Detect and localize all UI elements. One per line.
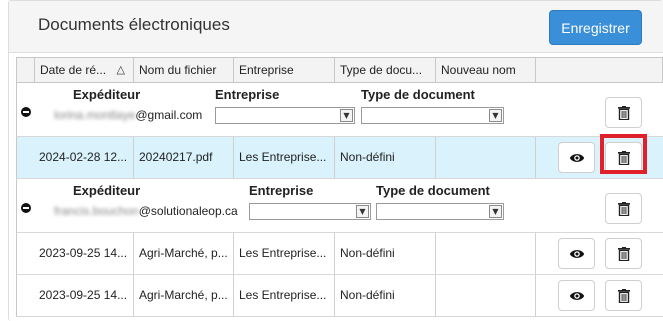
cell-new-name[interactable] [435,275,535,316]
sender-label: Expéditeur [73,183,141,198]
cell-new-name[interactable] [435,137,535,178]
table-row[interactable]: 2024-02-28 12... 20240217.pdf Les Entrep… [16,134,663,179]
trash-icon [617,246,630,261]
cell-company: Les Entreprise... [233,137,334,178]
column-header-doctype[interactable]: Type de docu... [334,58,435,82]
cell-date: 2024-02-28 12... [39,150,128,164]
delete-group-button[interactable] [605,97,642,128]
view-button[interactable] [558,280,595,311]
delete-button[interactable] [605,280,642,311]
sender-email-local: francis.bouchon [54,204,139,218]
column-header-new-name[interactable]: Nouveau nom [435,58,535,82]
cell-filename: Agri-Marché, p... [133,275,233,316]
column-header-filename[interactable]: Nom du fichier [133,58,233,82]
save-button[interactable]: Enregistrer [549,10,642,45]
cell-doctype: Non-défini [334,275,435,316]
sender-email: francis.bouchon@solutionaleop.ca [54,204,238,218]
collapse-minus-circle-icon[interactable] [21,203,31,213]
panel-header: Documents électroniques Enregistrer [9,1,663,53]
eye-icon [569,291,584,300]
company-select[interactable]: ▼ [215,107,355,124]
eye-icon [569,153,584,162]
documents-panel: Documents électroniques Enregistrer Date… [8,0,663,321]
group-header-row: Expéditeur Entreprise Type de document l… [16,83,663,137]
view-button[interactable] [558,238,595,269]
doctype-select[interactable]: ▼ [376,203,504,220]
cell-date: 2023-09-25 14... [39,246,128,260]
company-label: Entreprise [249,183,314,198]
sender-email-domain: @gmail.com [135,108,203,122]
sender-email: lorina.montlaye@gmail.com [54,108,202,122]
cell-date: 2023-09-25 14... [39,288,128,302]
delete-group-button[interactable] [605,193,642,224]
sender-email-local: lorina.montlaye [54,108,136,122]
chevron-down-icon: ▼ [489,205,502,218]
eye-icon [569,249,584,258]
column-header-actions [535,58,663,82]
trash-icon [617,105,630,120]
table-header: Date de ré... △ Nom du fichier Entrepris… [16,57,663,83]
panel-title: Documents électroniques [38,15,230,34]
trash-icon [617,288,630,303]
cell-actions [535,233,663,274]
doctype-label: Type de document [376,183,490,198]
cell-filename: 20240217.pdf [133,137,233,178]
cell-company: Les Entreprise... [233,275,334,316]
column-header-company[interactable]: Entreprise [233,58,334,82]
trash-icon [617,201,630,216]
delete-button[interactable] [605,238,642,269]
view-button[interactable] [558,142,595,173]
chevron-down-icon: ▼ [356,205,369,218]
column-header-date-label: Date de ré... [40,63,107,77]
column-header-date[interactable]: Date de ré... △ [34,58,133,82]
sender-label: Expéditeur [73,87,141,102]
table-row[interactable]: 2023-09-25 14... Agri-Marché, p... Les E… [16,275,663,317]
cell-filename: Agri-Marché, p... [133,233,233,274]
cell-doctype: Non-défini [334,233,435,274]
doctype-select[interactable]: ▼ [361,107,504,124]
sort-triangle-up-icon: △ [116,64,125,76]
chevron-down-icon: ▼ [340,109,353,122]
cell-actions [535,275,663,316]
collapse-minus-circle-icon[interactable] [21,107,31,117]
table-row[interactable]: 2023-09-25 14... Agri-Marché, p... Les E… [16,233,663,275]
sender-email-domain: @solutionaleop.ca [138,204,238,218]
cell-new-name[interactable] [435,233,535,274]
highlight-box [600,134,647,174]
doctype-label: Type de document [361,87,475,102]
company-label: Entreprise [215,87,280,102]
cell-company: Les Entreprise... [233,233,334,274]
cell-doctype: Non-défini [334,137,435,178]
company-select[interactable]: ▼ [249,203,371,220]
chevron-down-icon: ▼ [489,109,502,122]
group-header-row: Expéditeur Entreprise Type de document f… [16,179,663,233]
